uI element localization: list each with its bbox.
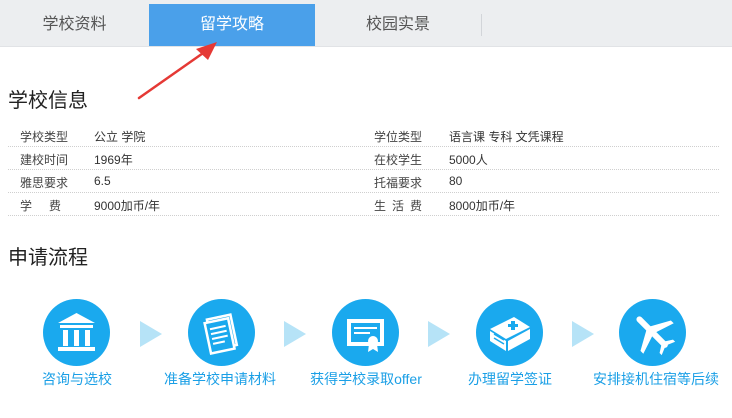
ielts-label: 雅思要求 <box>20 176 69 190</box>
step-5 <box>619 299 686 366</box>
degree-type-value: 语言课 专科 文凭课程 <box>449 130 564 144</box>
step-1-label: 咨询与选校 <box>42 371 112 387</box>
founded-label: 建校时间 <box>20 153 69 167</box>
info-row: 学费 9000加币/年 生活费 8000加币/年 <box>8 192 719 216</box>
process-heading: 申请流程 <box>8 247 88 269</box>
school-type-value: 公立 学院 <box>94 130 146 144</box>
chevron-right-icon <box>284 321 306 347</box>
school-type-label: 学校类型 <box>20 130 69 144</box>
tab-study-guide[interactable]: 留学攻略 <box>149 4 315 46</box>
tab-bar: 学校资料 留学攻略 校园实景 <box>0 0 732 47</box>
step-4-label: 办理留学签证 <box>468 371 552 387</box>
school-info-heading: 学校信息 <box>8 90 88 112</box>
info-row: 雅思要求 6.5 托福要求 80 <box>8 169 719 193</box>
step-5-label: 安排接机住宿等后续 <box>593 371 719 387</box>
chevron-right-icon <box>140 321 162 347</box>
airplane-icon <box>636 316 676 356</box>
step-4 <box>476 299 543 366</box>
ielts-value: 6.5 <box>94 174 111 188</box>
chevron-right-icon <box>428 321 450 347</box>
step-3-label: 获得学校录取offer <box>310 371 422 387</box>
documents-icon <box>203 313 239 355</box>
toefl-label: 托福要求 <box>374 176 423 190</box>
step-1 <box>43 299 110 366</box>
info-row: 学校类型 公立 学院 学位类型 语言课 专科 文凭课程 <box>8 123 719 147</box>
step-2-label: 准备学校申请材料 <box>164 371 276 387</box>
students-label: 在校学生 <box>374 153 423 167</box>
tuition-value: 9000加币/年 <box>94 199 161 213</box>
chevron-right-icon <box>572 321 594 347</box>
living-cost-label: 生活费 <box>374 199 429 213</box>
students-value: 5000人 <box>449 153 488 167</box>
info-row: 建校时间 1969年 在校学生 5000人 <box>8 146 719 170</box>
step-3 <box>332 299 399 366</box>
living-cost-value: 8000加币/年 <box>449 199 516 213</box>
certificate-icon <box>347 319 384 352</box>
tab-divider <box>481 14 482 36</box>
step-2 <box>188 299 255 366</box>
tab-school-info[interactable]: 学校资料 <box>0 4 149 46</box>
degree-type-label: 学位类型 <box>374 130 423 144</box>
institution-icon <box>58 313 95 351</box>
tab-campus-photos[interactable]: 校园实景 <box>315 4 481 46</box>
founded-value: 1969年 <box>94 153 133 167</box>
passport-book-icon <box>490 317 530 351</box>
tuition-label: 学费 <box>20 199 79 213</box>
toefl-value: 80 <box>449 174 463 188</box>
